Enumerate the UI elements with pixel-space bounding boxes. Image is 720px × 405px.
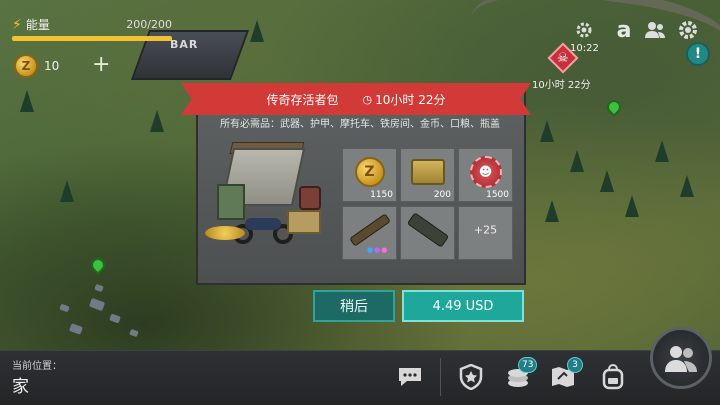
offer-item-more[interactable]: +25 [458,206,513,260]
item-quantity: 1500 [486,190,509,200]
item-quantity: 1150 [370,190,393,200]
rock [68,323,84,335]
location-label: 当前位置： [12,361,62,372]
more-items-count: +25 [473,223,498,237]
map-badge: 3 [567,357,583,373]
offer-item-rifle[interactable]: ●●● [342,206,397,260]
rock [94,283,104,293]
rifle-attachment-dots: ●●● [367,246,389,254]
tree [540,120,554,142]
energy-bar-fill [12,36,172,41]
coin-value: 10 [44,59,60,73]
info-button[interactable]: ! [686,42,710,66]
energy-value: 200/200 [126,18,172,31]
danger-zone-timer: 10小时 22分 [532,80,591,91]
clock-text: 10:22 [570,43,599,54]
tree [680,175,694,197]
gold-pile-icon [205,226,245,240]
coin-counter: Z 10 [14,54,59,78]
settings-gear-icon-small[interactable] [572,18,596,42]
motorbike-icon [233,210,295,244]
settings-gear-icon[interactable] [676,18,700,42]
resources-badge: 73 [518,357,538,373]
rock [109,313,121,324]
clock-icon: ◷ [362,92,373,106]
bottle-cap-icon: ☻ [469,156,502,189]
tree [570,150,584,172]
offer-item-machine-gun[interactable] [400,206,455,260]
rock [59,303,70,313]
energy-bar [12,36,172,41]
offer-header-ribbon: 传奇存活者包 ◷ 10小时 22分 [181,83,531,115]
character-profile-button[interactable] [650,327,712,389]
map-pin-icon[interactable] [604,97,624,117]
backpack-icon[interactable] [598,362,628,392]
lightning-icon: ⚡ [12,16,22,33]
offer-description: 所有必需品：武器、护甲、摩托车、铁房间、金币、口粮、瓶盖 [220,119,500,130]
divider [440,358,441,396]
ration-box-icon [410,159,445,186]
gold-coin-icon: Z [354,157,385,188]
later-button[interactable]: 稍后 [313,290,395,322]
energy-label: 能量 [25,18,50,32]
machine-gun-icon [407,214,448,247]
barrel-icon [299,186,321,210]
survivor-pack-illustration [205,140,335,255]
bar-sign: BAR [170,38,199,51]
map-pin-icon[interactable] [88,255,108,275]
shield-icon[interactable] [456,362,486,392]
offer-item-bottle-caps[interactable]: ☻ 1500 [458,148,513,202]
tree [250,20,264,42]
rock [129,328,139,338]
offer-item-gold-coins[interactable]: Z 1150 [342,148,397,202]
offer-title: 传奇存活者包 [266,92,339,107]
rock [88,297,106,312]
tree [20,90,34,112]
supply-crate-icon [287,210,321,234]
brand-icon[interactable]: a [612,18,636,43]
add-coins-button[interactable]: + [92,52,110,77]
tree [655,140,669,162]
tree [60,180,74,202]
rifle-icon [350,215,389,246]
chat-icon[interactable] [395,362,425,392]
item-quantity: 200 [433,190,451,200]
energy-meter: ⚡ 能量 200/200 [12,16,172,41]
buy-button[interactable]: 4.49 USD [402,290,524,322]
skull-icon: ☠ [557,51,569,66]
offer-timer: 10小时 22分 [375,92,446,107]
friends-icon[interactable] [643,18,667,42]
gold-coin-icon: Z [14,54,38,78]
tree [150,110,164,132]
location-value: 家 [12,377,29,397]
tree [625,195,639,217]
offer-item-rations[interactable]: 200 [400,148,455,202]
tree [545,200,559,222]
tree [600,170,614,192]
